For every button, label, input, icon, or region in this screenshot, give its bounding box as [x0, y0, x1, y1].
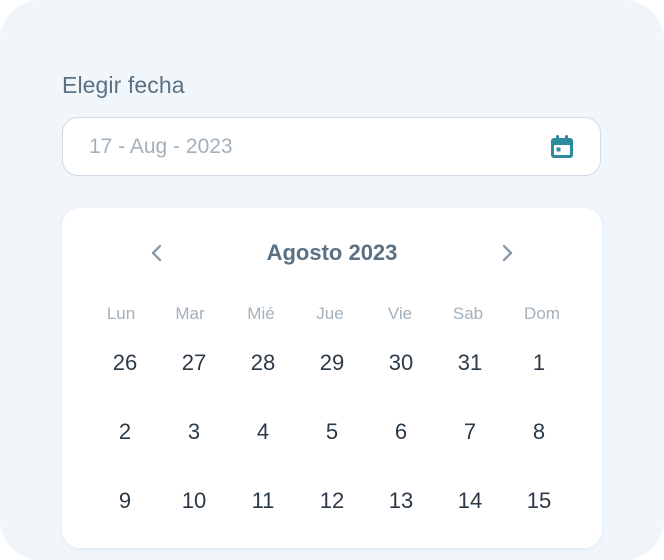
weekday-label: Dom — [524, 304, 560, 323]
calendar-day[interactable]: 10 — [166, 473, 222, 529]
weekday-label: Sab — [452, 304, 484, 323]
date-picker-panel: Elegir fecha Agosto 2023 Lun Ma — [0, 0, 664, 560]
calendar-day[interactable]: 29 — [304, 335, 360, 391]
calendar-day[interactable]: 27 — [166, 335, 222, 391]
calendar-day[interactable]: 30 — [373, 335, 429, 391]
calendar-day[interactable]: 26 — [97, 335, 153, 391]
weekday-label: Mié — [247, 304, 275, 323]
weekday-label: Lun — [106, 304, 136, 323]
calendar-day[interactable]: 3 — [166, 404, 222, 460]
calendar-day[interactable]: 7 — [442, 404, 498, 460]
calendar-day[interactable]: 2 — [97, 404, 153, 460]
date-input[interactable] — [89, 118, 509, 175]
calendar-day[interactable]: 31 — [442, 335, 498, 391]
calendar-day[interactable]: 14 — [442, 473, 498, 529]
date-field[interactable] — [62, 117, 601, 176]
calendar-card: Agosto 2023 Lun Mar Mié Jue Vie Sab Dom … — [62, 208, 602, 548]
date-label: Elegir fecha — [62, 72, 185, 98]
calendar-day[interactable]: 28 — [235, 335, 291, 391]
calendar-day[interactable]: 5 — [304, 404, 360, 460]
calendar-day[interactable]: 13 — [373, 473, 429, 529]
calendar-day[interactable]: 12 — [304, 473, 360, 529]
calendar-day[interactable]: 11 — [235, 473, 291, 529]
weekday-label: Mar — [175, 304, 205, 323]
month-title: Agosto 2023 — [266, 240, 398, 265]
calendar-day[interactable]: 15 — [511, 473, 567, 529]
weekday-label: Jue — [316, 304, 344, 323]
calendar-day[interactable]: 6 — [373, 404, 429, 460]
calendar-icon[interactable] — [548, 133, 576, 161]
calendar-day[interactable]: 9 — [97, 473, 153, 529]
chevron-right-icon[interactable] — [494, 240, 520, 266]
calendar-day[interactable]: 1 — [511, 335, 567, 391]
calendar-day[interactable]: 8 — [511, 404, 567, 460]
calendar-day[interactable]: 4 — [235, 404, 291, 460]
